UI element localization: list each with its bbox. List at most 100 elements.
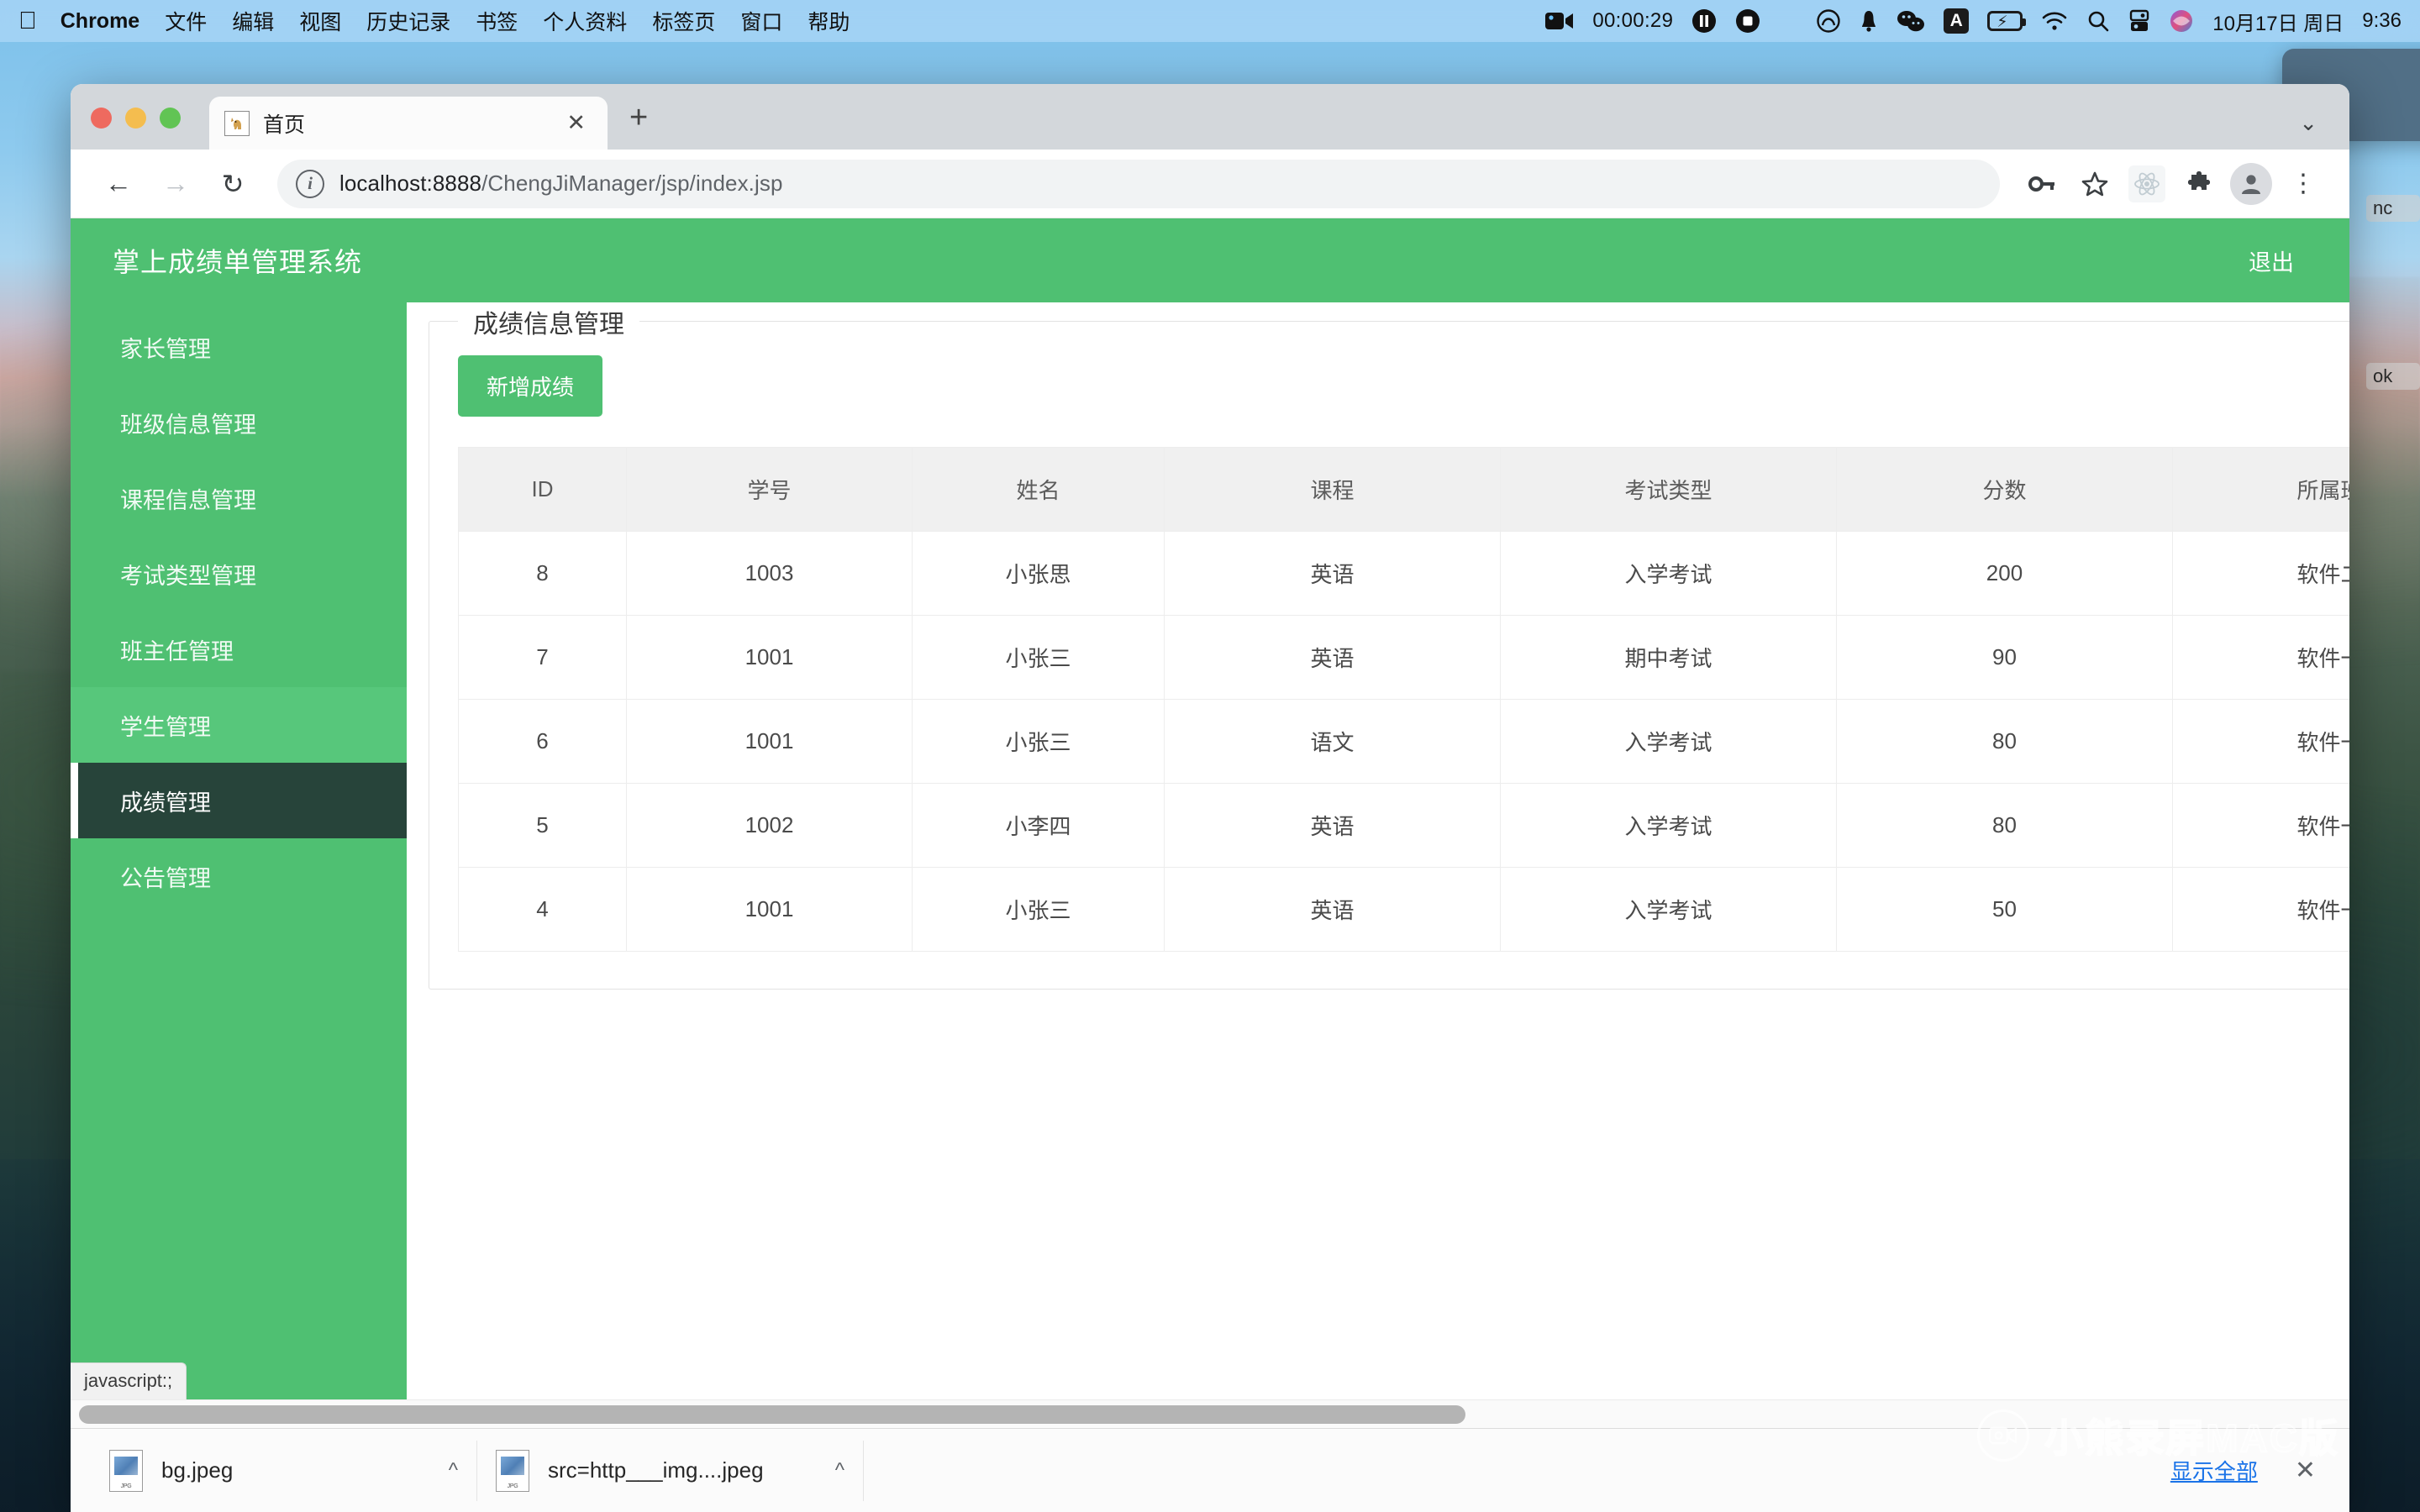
menu-item-chrome[interactable]: Chrome	[60, 9, 139, 34]
menu-item-edit[interactable]: 编辑	[232, 6, 274, 36]
sidebar-item-parents[interactable]: 家长管理	[71, 309, 407, 385]
menu-item-view[interactable]: 视图	[299, 6, 341, 36]
chevron-up-icon[interactable]: ^	[449, 1459, 458, 1483]
chevron-down-icon[interactable]: ⌄	[2299, 110, 2317, 136]
download-item[interactable]: bg.jpeg ^	[91, 1440, 477, 1501]
recording-timer: 00:00:29	[1592, 9, 1674, 32]
logout-link[interactable]: 退出	[2249, 244, 2294, 277]
arrow-right-icon[interactable]: →	[150, 158, 202, 210]
sidebar-item-students[interactable]: 学生管理	[71, 687, 407, 763]
table-row[interactable]: 8 1003 小张思 英语 入学考试 200 软件二班	[458, 531, 2349, 616]
three-dot-menu-icon[interactable]: ⋮	[2279, 160, 2328, 208]
scrollbar-thumb[interactable]	[79, 1404, 1465, 1424]
table-row[interactable]: 4 1001 小张三 英语 入学考试 50 软件一班	[458, 867, 2349, 952]
cell-name: 小张思	[912, 531, 1165, 616]
battery-charging-icon[interactable]: ⚡	[1987, 11, 2027, 31]
add-score-button[interactable]: 新增成绩	[458, 355, 603, 417]
close-icon[interactable]: ✕	[2295, 1456, 2316, 1485]
download-file-name: bg.jpeg	[161, 1457, 234, 1483]
cell-score: 80	[1836, 699, 2173, 784]
info-circle-icon[interactable]: i	[296, 169, 324, 198]
cell-class: 软件一班	[2172, 867, 2349, 952]
cell-score: 200	[1836, 531, 2173, 616]
close-icon[interactable]: ✕	[560, 110, 592, 136]
status-bubble: javascript:;	[71, 1362, 187, 1399]
cell-id: 5	[458, 783, 627, 868]
menu-item-help[interactable]: 帮助	[808, 6, 850, 36]
browser-tab[interactable]: 首页 ✕	[209, 97, 608, 150]
score-info-panel: 成绩信息管理 新增成绩 ID 学号 姓名 课程 考试类型 分数 所属 8 100…	[429, 303, 2349, 990]
chevron-up-icon[interactable]: ^	[835, 1459, 844, 1483]
address-bar[interactable]: i localhost:8888/ChengJiManager/jsp/inde…	[277, 159, 2000, 208]
menu-item-window[interactable]: 窗口	[740, 6, 782, 36]
cell-student-no: 1001	[626, 615, 913, 700]
search-icon[interactable]	[2086, 9, 2110, 33]
menu-item-tabs[interactable]: 标签页	[652, 6, 715, 36]
column-header-student-no: 学号	[626, 447, 913, 532]
wifi-icon[interactable]	[2041, 11, 2068, 31]
sidebar-item-exam-types[interactable]: 考试类型管理	[71, 536, 407, 612]
menubar-time[interactable]: 9:36	[2362, 9, 2402, 33]
apple-icon[interactable]: 	[18, 8, 37, 34]
maximize-window-button[interactable]	[160, 108, 181, 129]
video-camera-icon[interactable]	[1545, 11, 1574, 31]
browser-toolbar: ← → ↻ i localhost:8888/ChengJiManager/js…	[71, 150, 2349, 218]
cell-name: 小张三	[912, 867, 1165, 952]
sidebar-item-announcements[interactable]: 公告管理	[71, 838, 407, 914]
download-item[interactable]: src=http___img....jpeg ^	[477, 1440, 864, 1501]
sidebar-item-courses[interactable]: 课程信息管理	[71, 460, 407, 536]
url-text: localhost:8888/ChengJiManager/jsp/index.…	[339, 171, 783, 196]
input-method-A-icon[interactable]: A	[1944, 8, 1970, 34]
jpeg-file-icon	[496, 1449, 529, 1492]
show-all-downloads-link[interactable]: 显示全部	[2170, 1455, 2258, 1486]
column-header-exam-type: 考试类型	[1500, 447, 1837, 532]
sidebar-item-scores[interactable]: 成绩管理	[71, 763, 407, 838]
download-file-name: src=http___img....jpeg	[548, 1457, 764, 1483]
column-header-score: 分数	[1836, 447, 2173, 532]
cell-name: 小张三	[912, 699, 1165, 784]
key-icon[interactable]	[2018, 160, 2067, 208]
horizontal-scrollbar[interactable]	[71, 1399, 2349, 1428]
tab-strip: 首页 ✕ + ⌄	[71, 84, 2349, 150]
stop-icon[interactable]	[1735, 8, 1760, 34]
column-header-name: 姓名	[912, 447, 1165, 532]
menu-item-history[interactable]: 历史记录	[366, 6, 450, 36]
cell-course: 英语	[1164, 531, 1501, 616]
siri-icon[interactable]	[2169, 8, 2194, 34]
cell-class: 软件一班	[2172, 699, 2349, 784]
creative-cloud-icon[interactable]	[1816, 8, 1841, 34]
table-row[interactable]: 7 1001 小张三 英语 期中考试 90 软件一班	[458, 615, 2349, 700]
reload-icon[interactable]: ↻	[207, 158, 259, 210]
react-devtools-icon[interactable]	[2123, 160, 2171, 208]
close-window-button[interactable]	[91, 108, 112, 129]
pause-icon[interactable]	[1691, 8, 1717, 34]
table-row[interactable]: 5 1002 小李四 英语 入学考试 80 软件一班	[458, 783, 2349, 868]
cell-exam-type: 入学考试	[1500, 867, 1837, 952]
cell-class: 软件一班	[2172, 615, 2349, 700]
cell-exam-type: 期中考试	[1500, 615, 1837, 700]
sidebar-item-classes[interactable]: 班级信息管理	[71, 385, 407, 460]
cell-id: 8	[458, 531, 627, 616]
minimize-window-button[interactable]	[125, 108, 146, 129]
star-icon[interactable]	[2070, 160, 2119, 208]
bell-icon[interactable]	[1860, 8, 1878, 34]
web-page: 掌上成绩单管理系统 退出 家长管理 班级信息管理 课程信息管理 考试类型管理 班…	[71, 218, 2349, 1428]
app-body: 家长管理 班级信息管理 课程信息管理 考试类型管理 班主任管理 学生管理 成绩管…	[71, 302, 2349, 1428]
cell-id: 4	[458, 867, 627, 952]
cell-exam-type: 入学考试	[1500, 783, 1837, 868]
profile-avatar-icon[interactable]	[2227, 160, 2275, 208]
cell-id: 7	[458, 615, 627, 700]
plus-icon[interactable]: +	[629, 100, 648, 150]
menu-item-bookmarks[interactable]: 书签	[476, 6, 518, 36]
menubar-date[interactable]: 10月17日 周日	[2212, 7, 2344, 36]
desktop-icon-label: ok	[2366, 363, 2420, 390]
cell-student-no: 1002	[626, 783, 913, 868]
extensions-puzzle-icon[interactable]	[2175, 160, 2223, 208]
table-row[interactable]: 6 1001 小张三 语文 入学考试 80 软件一班	[458, 699, 2349, 784]
control-center-icon[interactable]	[2128, 9, 2150, 33]
wechat-icon[interactable]	[1897, 9, 1925, 33]
menu-item-profiles[interactable]: 个人资料	[543, 6, 627, 36]
arrow-left-icon[interactable]: ←	[92, 158, 145, 210]
sidebar-item-head-teachers[interactable]: 班主任管理	[71, 612, 407, 687]
menu-item-file[interactable]: 文件	[165, 6, 207, 36]
